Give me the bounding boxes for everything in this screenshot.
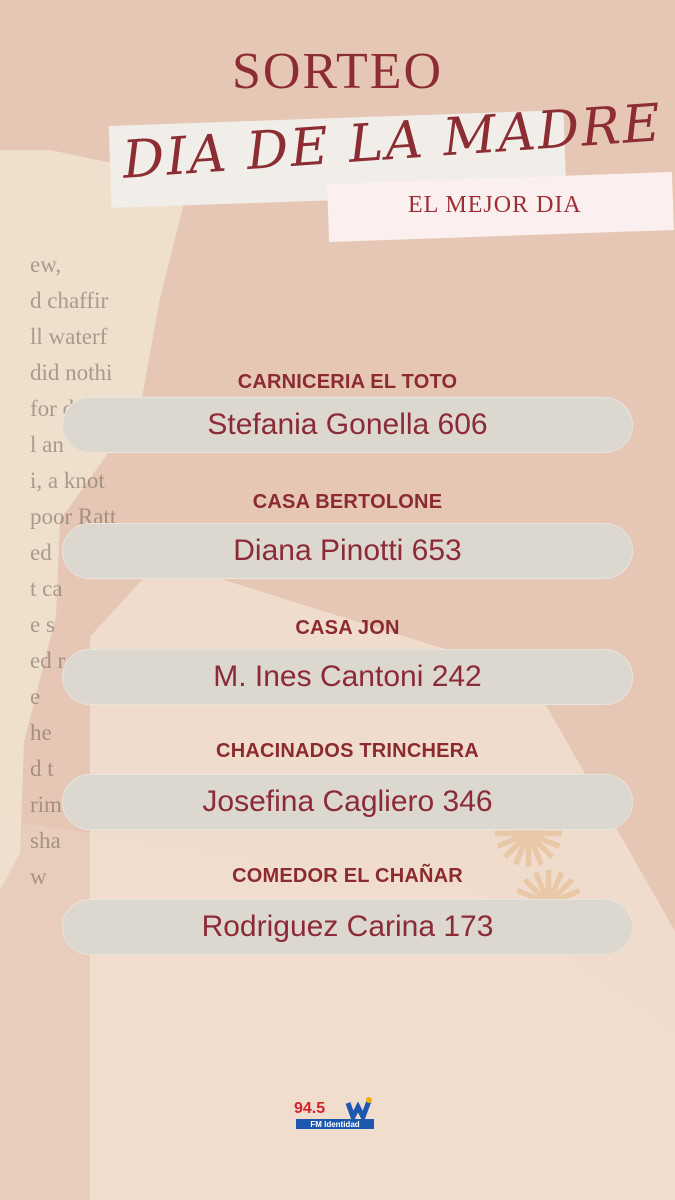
winner-pill: Josefina Cagliero 346 (62, 774, 633, 830)
fm-identidad-logo: 94.5 FM Identidad (294, 1097, 374, 1129)
winner-pill: Diana Pinotti 653 (62, 523, 633, 579)
sponsor-title: CASA BERTOLONE (252, 491, 443, 513)
winner-pill: M. Ines Cantoni 242 (62, 649, 633, 705)
sponsor-title: CARNICERIA EL TOTO (237, 371, 458, 393)
sponsor-title: CASA JON (295, 617, 400, 639)
logo-name: FM Identidad (310, 1120, 359, 1129)
winner-pill: Rodriguez Carina 173 (62, 899, 633, 955)
winner-pill: Stefania Gonella 606 (62, 397, 633, 453)
logo-frequency: 94.5 (294, 1100, 325, 1117)
sponsor-title: CHACINADOS TRINCHERA (216, 740, 479, 762)
mejor-dia-tagline: EL MEJOR DIA (408, 192, 582, 218)
sorteo-title: SORTEO (231, 43, 444, 100)
sponsor-title: COMEDOR EL CHAÑAR (232, 865, 463, 887)
